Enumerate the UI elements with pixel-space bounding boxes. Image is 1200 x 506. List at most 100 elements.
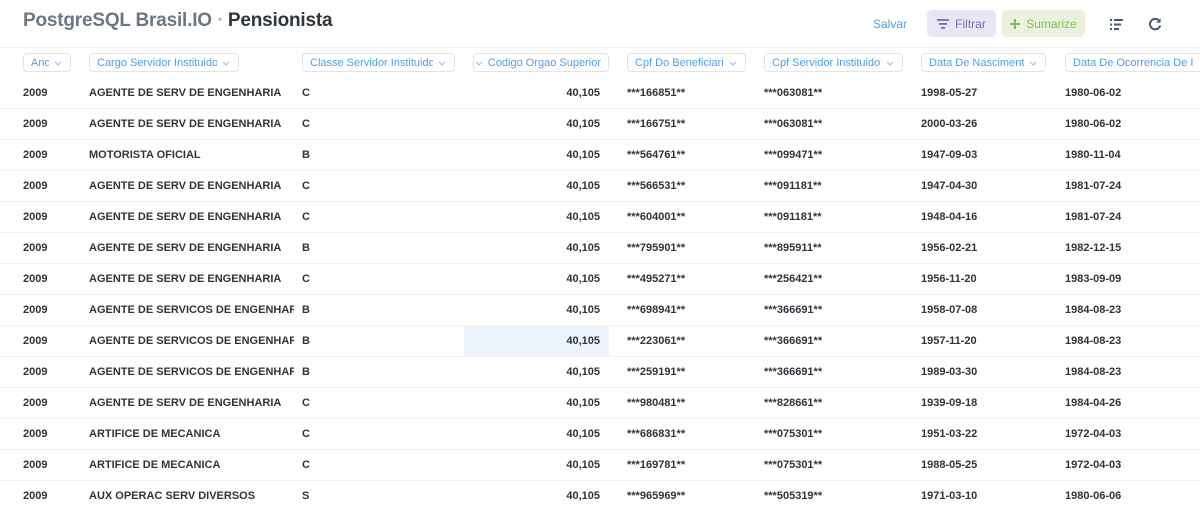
cell-codigo[interactable]: 40,105: [464, 419, 609, 449]
cell-cargo[interactable]: AGENTE DE SERV DE ENGENHARIA: [89, 233, 294, 263]
cell-data-ocorrencia[interactable]: 1980-11-04: [1065, 140, 1185, 170]
cell-cpf-servidor[interactable]: ***828661**: [764, 388, 884, 418]
cell-cpf-servidor[interactable]: ***895911**: [764, 233, 884, 263]
cell-ano[interactable]: 2009: [23, 140, 83, 170]
cell-cargo[interactable]: AGENTE DE SERV DE ENGENHARIA: [89, 264, 294, 294]
column-header-data-nascimento[interactable]: Data De Nascimento: [921, 53, 1046, 72]
cell-ano[interactable]: 2009: [23, 388, 83, 418]
cell-cpf-servidor[interactable]: ***075301**: [764, 450, 884, 480]
cell-data-ocorrencia[interactable]: 1984-08-23: [1065, 295, 1185, 325]
list-view-button[interactable]: [1106, 14, 1126, 34]
column-header-data-ocorrencia[interactable]: Data De Ocorrencia De Ingresso: [1065, 53, 1200, 72]
cell-cpf-servidor[interactable]: ***091181**: [764, 171, 884, 201]
cell-cpf-beneficiario[interactable]: ***686831**: [627, 419, 747, 449]
cell-codigo[interactable]: 40,105: [464, 326, 609, 356]
cell-cpf-servidor[interactable]: ***091181**: [764, 202, 884, 232]
cell-classe[interactable]: C: [302, 419, 342, 449]
table-row[interactable]: 2009 AGENTE DE SERV DE ENGENHARIA C 40,105 *…: [0, 78, 1200, 109]
cell-codigo[interactable]: 40,105: [464, 388, 609, 418]
column-header-cargo[interactable]: Cargo Servidor Instituidor: [89, 53, 239, 72]
cell-ano[interactable]: 2009: [23, 450, 83, 480]
cell-classe[interactable]: B: [302, 326, 342, 356]
cell-cargo[interactable]: AGENTE DE SERV DE ENGENHARIA: [89, 388, 294, 418]
cell-cpf-beneficiario[interactable]: ***698941**: [627, 295, 747, 325]
table-row[interactable]: 2009 AGENTE DE SERV DE ENGENHARIA B 40,105 *…: [0, 233, 1200, 264]
cell-data-ocorrencia[interactable]: 1980-06-02: [1065, 109, 1185, 139]
table-row[interactable]: 2009 AGENTE DE SERVICOS DE ENGENHARIA B 40,…: [0, 295, 1200, 326]
cell-ano[interactable]: 2009: [23, 357, 83, 387]
cell-ano[interactable]: 2009: [23, 326, 83, 356]
cell-classe[interactable]: C: [302, 109, 342, 139]
cell-cpf-beneficiario[interactable]: ***965969**: [627, 481, 747, 506]
cell-codigo[interactable]: 40,105: [464, 202, 609, 232]
cell-cargo[interactable]: ARTIFICE DE MECANICA: [89, 450, 294, 480]
cell-ano[interactable]: 2009: [23, 233, 83, 263]
cell-classe[interactable]: C: [302, 388, 342, 418]
cell-classe[interactable]: C: [302, 450, 342, 480]
cell-codigo[interactable]: 40,105: [464, 450, 609, 480]
cell-cpf-servidor[interactable]: ***366691**: [764, 326, 884, 356]
cell-cpf-beneficiario[interactable]: ***169781**: [627, 450, 747, 480]
cell-cargo[interactable]: AUX OPERAC SERV DIVERSOS: [89, 481, 294, 506]
cell-cpf-servidor[interactable]: ***063081**: [764, 78, 884, 108]
table-row[interactable]: 2009 AGENTE DE SERV DE ENGENHARIA C 40,105 *…: [0, 264, 1200, 295]
cell-data-nascimento[interactable]: 1956-11-20: [921, 264, 1041, 294]
cell-classe[interactable]: C: [302, 202, 342, 232]
cell-codigo[interactable]: 40,105: [464, 295, 609, 325]
cell-classe[interactable]: B: [302, 357, 342, 387]
cell-data-nascimento[interactable]: 1947-04-30: [921, 171, 1041, 201]
save-button[interactable]: Salvar: [873, 10, 907, 37]
cell-cpf-servidor[interactable]: ***063081**: [764, 109, 884, 139]
cell-classe[interactable]: C: [302, 171, 342, 201]
table-row[interactable]: 2009 ARTIFICE DE MECANICA C 40,105 ***686831…: [0, 419, 1200, 450]
cell-data-ocorrencia[interactable]: 1984-04-26: [1065, 388, 1185, 418]
cell-cpf-beneficiario[interactable]: ***495271**: [627, 264, 747, 294]
cell-ano[interactable]: 2009: [23, 264, 83, 294]
summarize-button[interactable]: Sumarize: [1002, 10, 1085, 37]
refresh-button[interactable]: [1145, 14, 1165, 34]
cell-cpf-beneficiario[interactable]: ***566531**: [627, 171, 747, 201]
cell-data-ocorrencia[interactable]: 1972-04-03: [1065, 419, 1185, 449]
cell-codigo[interactable]: 40,105: [464, 264, 609, 294]
table-row[interactable]: 2009 AGENTE DE SERV DE ENGENHARIA C 40,105 *…: [0, 388, 1200, 419]
cell-data-ocorrencia[interactable]: 1983-09-09: [1065, 264, 1185, 294]
cell-cargo[interactable]: AGENTE DE SERVICOS DE ENGENHARIA: [89, 357, 294, 387]
cell-data-nascimento[interactable]: 1957-11-20: [921, 326, 1041, 356]
cell-classe[interactable]: B: [302, 233, 342, 263]
cell-data-nascimento[interactable]: 2000-03-26: [921, 109, 1041, 139]
cell-classe[interactable]: B: [302, 140, 342, 170]
cell-data-nascimento[interactable]: 1988-05-25: [921, 450, 1041, 480]
cell-cpf-beneficiario[interactable]: ***166751**: [627, 109, 747, 139]
cell-cargo[interactable]: ARTIFICE DE MECANICA: [89, 419, 294, 449]
column-header-cpf-beneficiario[interactable]: Cpf Do Beneficiario: [627, 53, 746, 72]
cell-classe[interactable]: S: [302, 481, 342, 506]
cell-data-nascimento[interactable]: 1947-09-03: [921, 140, 1041, 170]
cell-codigo[interactable]: 40,105: [464, 357, 609, 387]
filter-button[interactable]: Filtrar: [927, 10, 996, 37]
cell-codigo[interactable]: 40,105: [464, 78, 609, 108]
table-row[interactable]: 2009 AGENTE DE SERV DE ENGENHARIA C 40,105 *…: [0, 171, 1200, 202]
cell-data-nascimento[interactable]: 1951-03-22: [921, 419, 1041, 449]
cell-cpf-beneficiario[interactable]: ***795901**: [627, 233, 747, 263]
cell-cpf-servidor[interactable]: ***256421**: [764, 264, 884, 294]
cell-cpf-servidor[interactable]: ***366691**: [764, 357, 884, 387]
cell-codigo[interactable]: 40,105: [464, 481, 609, 506]
cell-ano[interactable]: 2009: [23, 109, 83, 139]
table-row[interactable]: 2009 AGENTE DE SERV DE ENGENHARIA C 40,105 *…: [0, 202, 1200, 233]
cell-cpf-servidor[interactable]: ***366691**: [764, 295, 884, 325]
cell-classe[interactable]: B: [302, 295, 342, 325]
cell-ano[interactable]: 2009: [23, 419, 83, 449]
cell-cargo[interactable]: AGENTE DE SERV DE ENGENHARIA: [89, 109, 294, 139]
table-row[interactable]: 2009 MOTORISTA OFICIAL B 40,105 ***564761** *…: [0, 140, 1200, 171]
cell-classe[interactable]: C: [302, 78, 342, 108]
cell-cargo[interactable]: MOTORISTA OFICIAL: [89, 140, 294, 170]
cell-data-ocorrencia[interactable]: 1982-12-15: [1065, 233, 1185, 263]
cell-cargo[interactable]: AGENTE DE SERV DE ENGENHARIA: [89, 171, 294, 201]
table-row[interactable]: 2009 ARTIFICE DE MECANICA C 40,105 ***169781…: [0, 450, 1200, 481]
cell-codigo[interactable]: 40,105: [464, 140, 609, 170]
cell-cpf-servidor[interactable]: ***099471**: [764, 140, 884, 170]
cell-cpf-beneficiario[interactable]: ***980481**: [627, 388, 747, 418]
cell-data-ocorrencia[interactable]: 1984-08-23: [1065, 357, 1185, 387]
cell-codigo[interactable]: 40,105: [464, 233, 609, 263]
cell-data-nascimento[interactable]: 1956-02-21: [921, 233, 1041, 263]
